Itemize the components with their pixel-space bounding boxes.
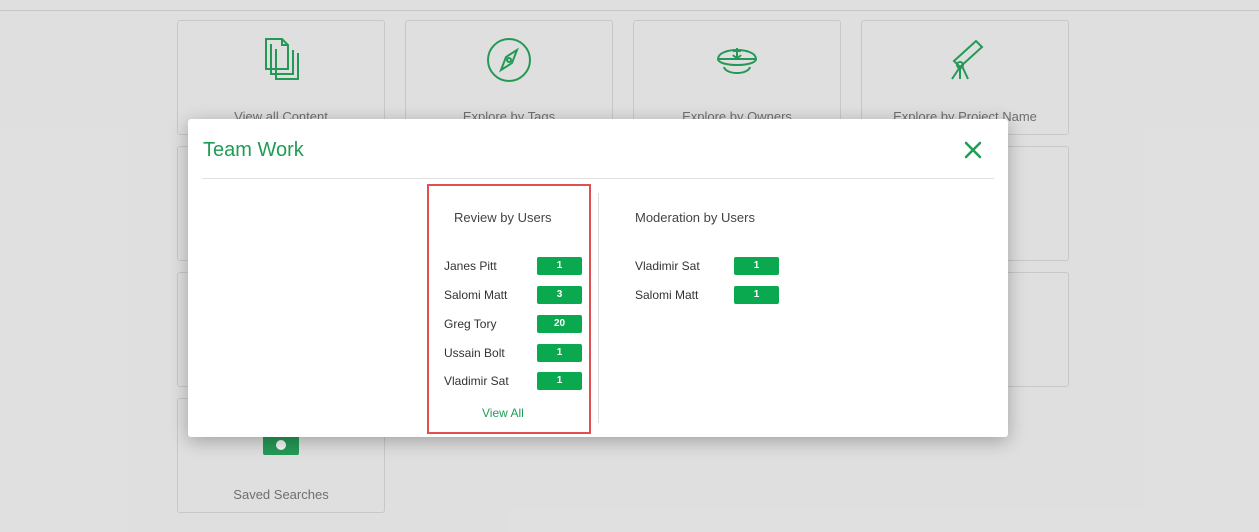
moderation-by-users-title: Moderation by Users [635, 210, 755, 225]
header-divider [202, 178, 994, 179]
modal-title: Team Work [203, 139, 304, 161]
user-name: Salomi Matt [635, 288, 699, 302]
count-badge: 1 [734, 257, 779, 275]
review-highlight-box [427, 184, 591, 434]
moderation-user-row[interactable]: Vladimir Sat 1 [635, 257, 785, 277]
close-icon[interactable] [962, 139, 984, 161]
moderation-user-row[interactable]: Salomi Matt 1 [635, 286, 785, 306]
count-badge: 1 [734, 286, 779, 304]
column-divider [598, 193, 599, 423]
team-work-modal: Team Work Review by Users Janes Pitt 1 S… [188, 119, 1008, 437]
user-name: Vladimir Sat [635, 259, 700, 273]
